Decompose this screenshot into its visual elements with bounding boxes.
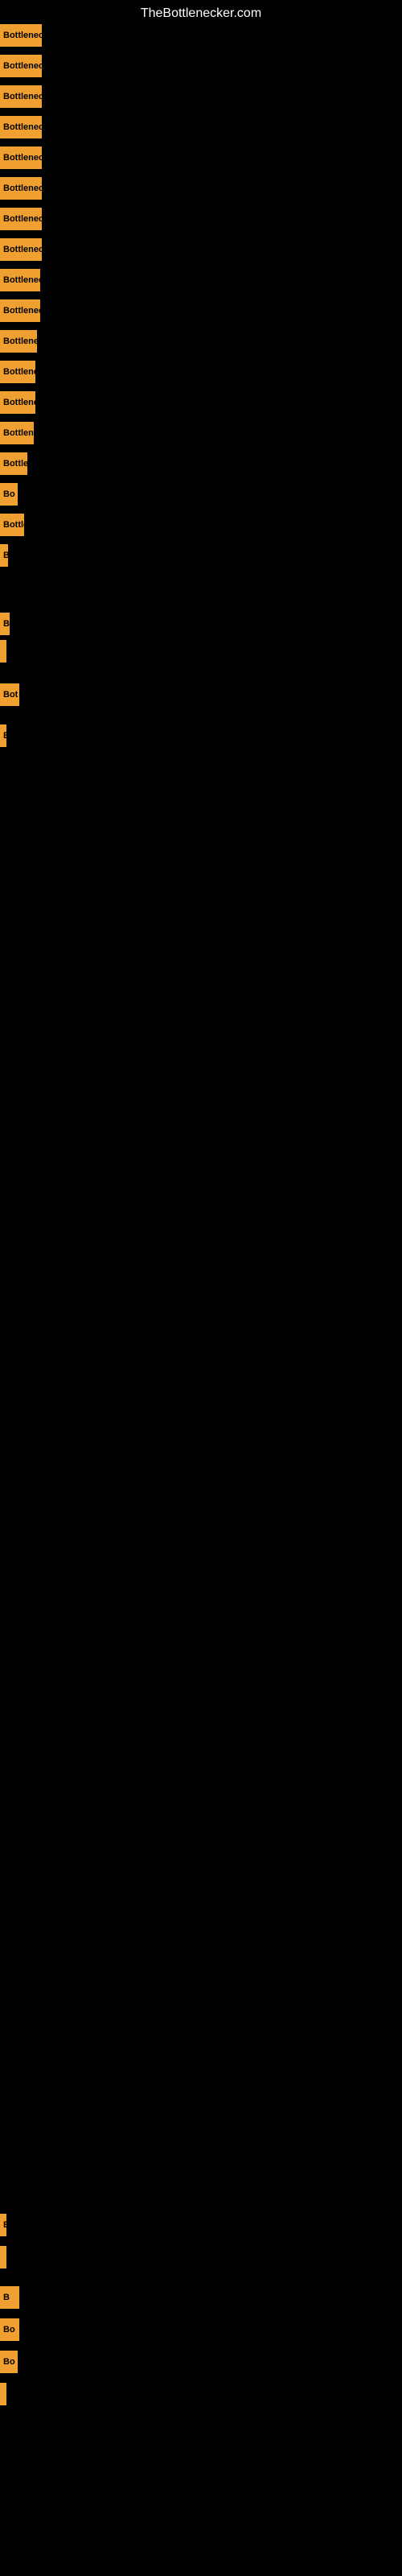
bottleneck-bar[interactable]: Bottleneck resu	[0, 147, 42, 169]
bottleneck-bar[interactable]: B	[0, 724, 6, 747]
bottleneck-bar[interactable]: Bottleneck res	[0, 299, 40, 322]
bottleneck-bar[interactable]: B	[0, 613, 10, 635]
bottleneck-bar[interactable]: Bottleneck resu	[0, 24, 42, 47]
bottleneck-bar[interactable]: Bottleneck resu	[0, 177, 42, 200]
bottleneck-bar[interactable]: B	[0, 2286, 19, 2309]
bottleneck-bar[interactable]: B	[0, 2214, 6, 2236]
site-title: TheBottlenecker.com	[0, 0, 402, 27]
bottleneck-bar[interactable]	[0, 640, 6, 663]
bottleneck-bar[interactable]: Bottleneck res	[0, 269, 40, 291]
bottleneck-bar[interactable]: Bottlene	[0, 452, 27, 475]
bottleneck-bar[interactable]: Bottle	[0, 514, 24, 536]
bottleneck-bar[interactable]: Bottleneck re	[0, 330, 37, 353]
bottleneck-bar[interactable]: Bottleneck resu	[0, 208, 42, 230]
bottleneck-bar[interactable]: Bo	[0, 2318, 19, 2341]
bottleneck-bar[interactable]: Bottleneck r	[0, 422, 34, 444]
bottleneck-bar[interactable]: Bottleneck resu	[0, 85, 42, 108]
bottleneck-bar[interactable]: B	[0, 544, 8, 567]
bottleneck-bar[interactable]	[0, 2383, 6, 2405]
bottleneck-bar[interactable]: Bot	[0, 683, 19, 706]
bottleneck-bar[interactable]: Bottleneck resu	[0, 55, 42, 77]
bottleneck-bar[interactable]: Bottleneck resu	[0, 238, 42, 261]
bottleneck-bar[interactable]: Bottleneck resu	[0, 116, 42, 138]
bottleneck-bar[interactable]: Bo	[0, 483, 18, 506]
bottleneck-bar[interactable]	[0, 2246, 6, 2268]
bottleneck-bar[interactable]: Bo	[0, 2351, 18, 2373]
bottleneck-bar[interactable]: Bottleneck r	[0, 361, 35, 383]
bottleneck-bar[interactable]: Bottleneck r	[0, 391, 35, 414]
